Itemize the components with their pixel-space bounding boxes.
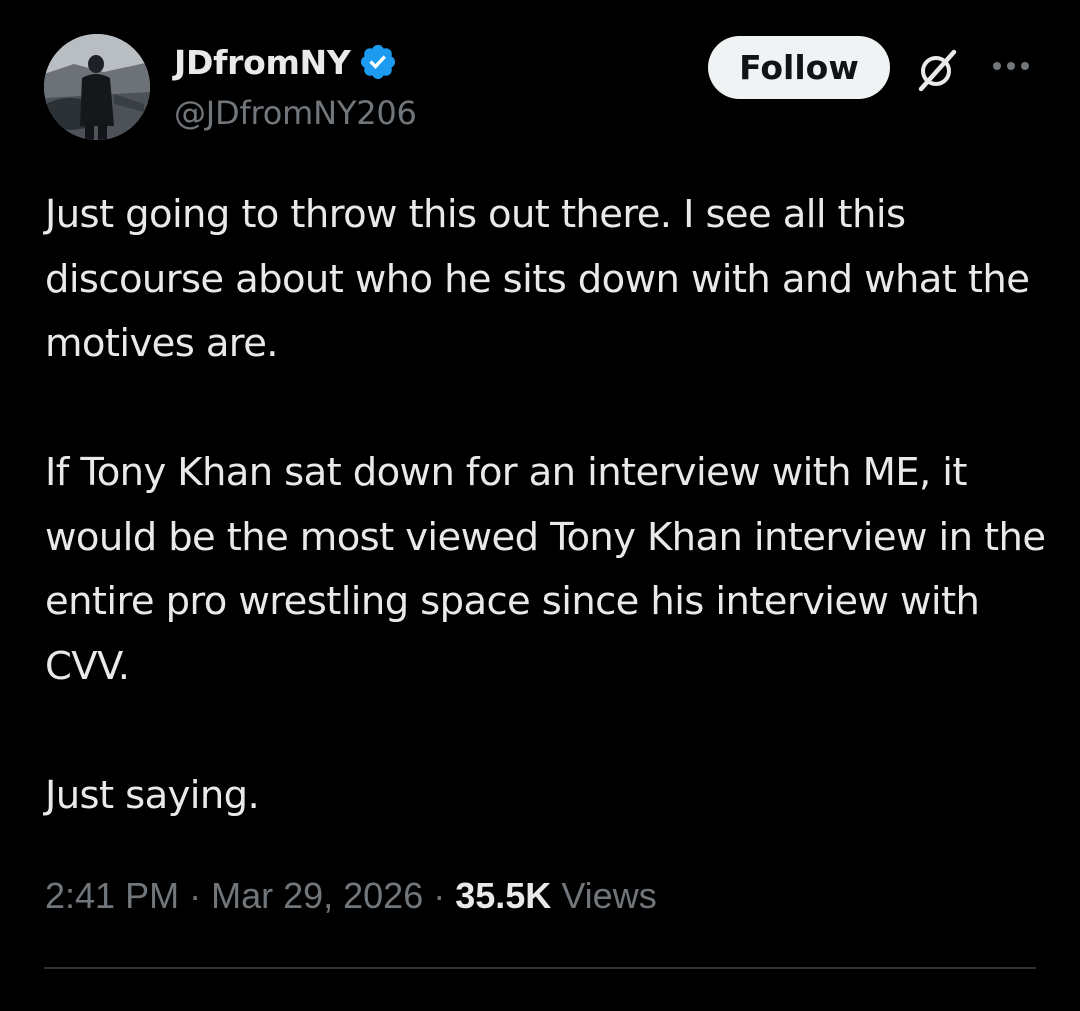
grok-icon[interactable] [912,48,962,92]
name-row: JDfromNY [174,40,417,84]
more-options-icon[interactable] [988,58,1034,74]
avatar-photo [44,34,150,140]
handle[interactable]: @JDfromNY206 [174,94,417,132]
tweet: JDfromNY @JDfromNY206 Follow Just going … [0,0,1080,1011]
tweet-text: Just going to throw this out there. I se… [45,192,1046,818]
tweet-time[interactable]: 2:41 PM [45,875,179,917]
divider [44,967,1036,969]
author-block: JDfromNY @JDfromNY206 [174,40,417,133]
display-name[interactable]: JDfromNY [174,43,351,82]
view-count[interactable]: 35.5K [455,875,551,917]
avatar[interactable] [44,34,150,140]
separator: · [423,875,456,916]
verified-badge-icon[interactable] [358,42,398,82]
tweet-date[interactable]: Mar 29, 2026 [211,875,423,917]
separator: · [179,875,212,916]
separator [551,875,561,917]
tweet-metadata: 2:41 PM · Mar 29, 2026 · 35.5K Views [45,868,657,924]
views-label[interactable]: Views [561,875,656,917]
follow-button[interactable]: Follow [708,36,890,99]
